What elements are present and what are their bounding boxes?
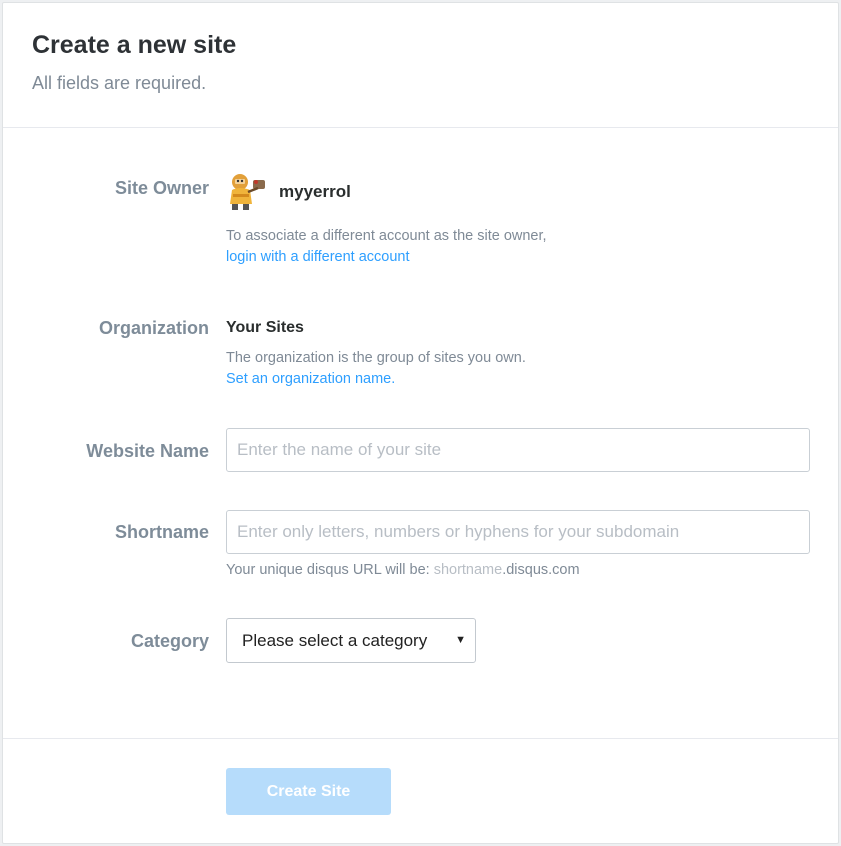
create-site-button[interactable]: Create Site xyxy=(226,768,391,815)
owner-help-text: To associate a different account as the … xyxy=(226,228,547,244)
url-suffix: .disqus.com xyxy=(502,562,580,578)
owner-help: To associate a different account as the … xyxy=(226,226,547,268)
website-name-input[interactable] xyxy=(226,428,810,472)
create-site-card: Create a new site All fields are require… xyxy=(2,2,839,844)
owner-username: myyerrol xyxy=(279,182,351,201)
organization-name: Your Sites xyxy=(226,319,304,336)
set-organization-name-link[interactable]: Set an organization name. xyxy=(226,369,526,390)
organization-label: Organization xyxy=(98,318,209,338)
organization-help-text: The organization is the group of sites y… xyxy=(226,350,526,366)
disqus-url-note: Your unique disqus URL will be: shortnam… xyxy=(226,562,580,578)
caret-down-icon: ▼ xyxy=(455,634,466,646)
category-selected-value: Please select a category xyxy=(242,631,428,650)
mascot-avatar-icon xyxy=(226,170,268,212)
footer-divider xyxy=(3,738,838,739)
page-title: Create a new site xyxy=(32,31,237,59)
category-select[interactable]: Please select a category ▼ xyxy=(226,618,476,663)
organization-help: The organization is the group of sites y… xyxy=(226,348,526,390)
page-subtitle: All fields are required. xyxy=(32,73,207,93)
shortname-input[interactable] xyxy=(226,510,810,554)
site-owner-label: Site Owner xyxy=(114,178,209,198)
url-prefix: Your unique disqus URL will be: xyxy=(226,562,434,578)
login-different-account-link[interactable]: login with a different account xyxy=(226,247,547,268)
website-name-label: Website Name xyxy=(86,441,209,461)
shortname-label: Shortname xyxy=(114,522,209,542)
category-label: Category xyxy=(130,631,209,651)
url-shortname: shortname xyxy=(433,562,503,578)
card-header: Create a new site All fields are require… xyxy=(3,3,838,128)
